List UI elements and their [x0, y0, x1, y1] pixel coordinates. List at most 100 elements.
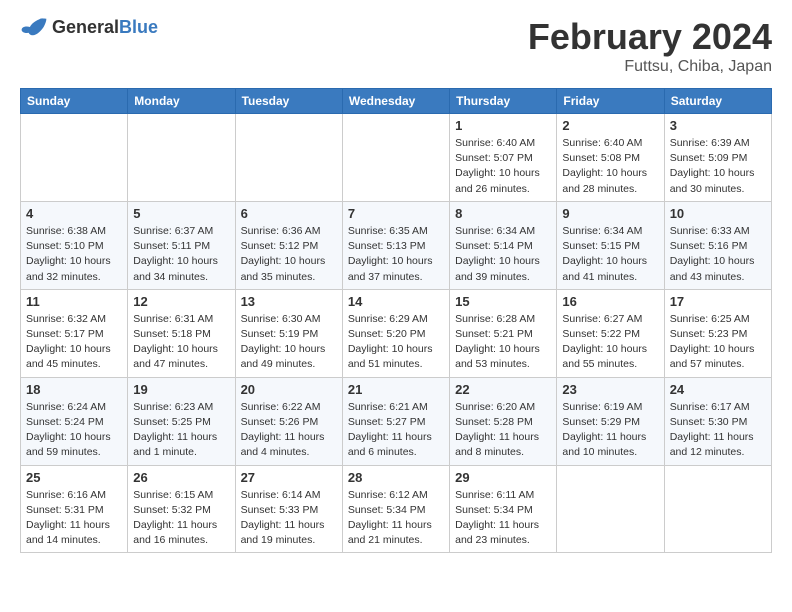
day-cell	[342, 114, 449, 202]
day-cell: 17Sunrise: 6:25 AM Sunset: 5:23 PM Dayli…	[664, 289, 771, 377]
header-day-tuesday: Tuesday	[235, 89, 342, 114]
calendar-subtitle: Futtsu, Chiba, Japan	[528, 58, 772, 76]
calendar-title: February 2024	[528, 16, 772, 58]
day-info: Sunrise: 6:28 AM Sunset: 5:21 PM Dayligh…	[455, 312, 551, 373]
day-cell: 23 Sunrise: 6:19 AM Sunset: 5:29 PM Dayli…	[557, 377, 664, 465]
day-cell: 20 Sunrise: 6:22 AM Sunset: 5:26 PM Dayli…	[235, 377, 342, 465]
day-cell: 2Sunrise: 6:40 AM Sunset: 5:08 PM Daylig…	[557, 114, 664, 202]
day-info: Sunrise: 6:30 AM Sunset: 5:19 PM Dayligh…	[241, 312, 337, 373]
day-info: Sunrise: 6:22 AM Sunset: 5:26 PM Dayligh…	[241, 400, 337, 461]
day-cell	[557, 465, 664, 553]
day-info: Sunrise: 6:35 AM Sunset: 5:13 PM Dayligh…	[348, 224, 444, 285]
day-cell	[664, 465, 771, 553]
week-row-4: 25 Sunrise: 6:16 AM Sunset: 5:31 PM Dayli…	[21, 465, 772, 553]
header-day-thursday: Thursday	[450, 89, 557, 114]
day-number: 19	[133, 382, 229, 397]
day-cell: 27 Sunrise: 6:14 AM Sunset: 5:33 PM Dayli…	[235, 465, 342, 553]
day-info: Sunrise: 6:17 AM Sunset: 5:30 PM Dayligh…	[670, 400, 766, 461]
day-cell: 13 Sunrise: 6:30 AM Sunset: 5:19 PM Dayli…	[235, 289, 342, 377]
day-info: Sunrise: 6:38 AM Sunset: 5:10 PM Dayligh…	[26, 224, 122, 285]
day-number: 15	[455, 294, 551, 309]
day-info: Sunrise: 6:34 AM Sunset: 5:14 PM Dayligh…	[455, 224, 551, 285]
day-cell: 6 Sunrise: 6:36 AM Sunset: 5:12 PM Daylig…	[235, 201, 342, 289]
logo-text: GeneralBlue	[52, 17, 158, 38]
day-number: 9	[562, 206, 658, 221]
day-cell: 25 Sunrise: 6:16 AM Sunset: 5:31 PM Dayli…	[21, 465, 128, 553]
day-cell: 9 Sunrise: 6:34 AM Sunset: 5:15 PM Daylig…	[557, 201, 664, 289]
day-number: 1	[455, 118, 551, 133]
day-info: Sunrise: 6:19 AM Sunset: 5:29 PM Dayligh…	[562, 400, 658, 461]
day-info: Sunrise: 6:14 AM Sunset: 5:33 PM Dayligh…	[241, 488, 337, 549]
day-cell: 18 Sunrise: 6:24 AM Sunset: 5:24 PM Dayli…	[21, 377, 128, 465]
day-cell: 14 Sunrise: 6:29 AM Sunset: 5:20 PM Dayli…	[342, 289, 449, 377]
day-number: 29	[455, 470, 551, 485]
calendar-header: SundayMondayTuesdayWednesdayThursdayFrid…	[21, 89, 772, 114]
day-info: Sunrise: 6:32 AM Sunset: 5:17 PM Dayligh…	[26, 312, 122, 373]
day-number: 25	[26, 470, 122, 485]
day-info: Sunrise: 6:36 AM Sunset: 5:12 PM Dayligh…	[241, 224, 337, 285]
header-day-monday: Monday	[128, 89, 235, 114]
day-info: Sunrise: 6:20 AM Sunset: 5:28 PM Dayligh…	[455, 400, 551, 461]
day-info: Sunrise: 6:29 AM Sunset: 5:20 PM Dayligh…	[348, 312, 444, 373]
day-cell: 1Sunrise: 6:40 AM Sunset: 5:07 PM Daylig…	[450, 114, 557, 202]
header-day-friday: Friday	[557, 89, 664, 114]
day-number: 28	[348, 470, 444, 485]
day-info: Sunrise: 6:24 AM Sunset: 5:24 PM Dayligh…	[26, 400, 122, 461]
day-info: Sunrise: 6:27 AM Sunset: 5:22 PM Dayligh…	[562, 312, 658, 373]
day-number: 6	[241, 206, 337, 221]
day-number: 26	[133, 470, 229, 485]
header-row: SundayMondayTuesdayWednesdayThursdayFrid…	[21, 89, 772, 114]
day-cell	[128, 114, 235, 202]
logo-general: General	[52, 17, 119, 37]
logo-blue: Blue	[119, 17, 158, 37]
day-info: Sunrise: 6:16 AM Sunset: 5:31 PM Dayligh…	[26, 488, 122, 549]
header: GeneralBlue February 2024 Futtsu, Chiba,…	[20, 16, 772, 76]
day-cell: 12 Sunrise: 6:31 AM Sunset: 5:18 PM Dayli…	[128, 289, 235, 377]
day-number: 27	[241, 470, 337, 485]
day-cell: 3 Sunrise: 6:39 AM Sunset: 5:09 PM Daylig…	[664, 114, 771, 202]
week-row-0: 1Sunrise: 6:40 AM Sunset: 5:07 PM Daylig…	[21, 114, 772, 202]
day-cell	[235, 114, 342, 202]
day-number: 4	[26, 206, 122, 221]
day-info: Sunrise: 6:31 AM Sunset: 5:18 PM Dayligh…	[133, 312, 229, 373]
day-cell: 8 Sunrise: 6:34 AM Sunset: 5:14 PM Daylig…	[450, 201, 557, 289]
day-number: 16	[562, 294, 658, 309]
day-cell: 11 Sunrise: 6:32 AM Sunset: 5:17 PM Dayli…	[21, 289, 128, 377]
day-cell: 26 Sunrise: 6:15 AM Sunset: 5:32 PM Dayli…	[128, 465, 235, 553]
day-number: 2	[562, 118, 658, 133]
header-day-wednesday: Wednesday	[342, 89, 449, 114]
day-number: 14	[348, 294, 444, 309]
day-cell: 16 Sunrise: 6:27 AM Sunset: 5:22 PM Dayli…	[557, 289, 664, 377]
day-info: Sunrise: 6:11 AM Sunset: 5:34 PM Dayligh…	[455, 488, 551, 549]
day-number: 11	[26, 294, 122, 309]
day-info: Sunrise: 6:34 AM Sunset: 5:15 PM Dayligh…	[562, 224, 658, 285]
day-info: Sunrise: 6:23 AM Sunset: 5:25 PM Dayligh…	[133, 400, 229, 461]
day-cell: 15 Sunrise: 6:28 AM Sunset: 5:21 PM Dayli…	[450, 289, 557, 377]
day-number: 12	[133, 294, 229, 309]
day-cell: 10 Sunrise: 6:33 AM Sunset: 5:16 PM Dayli…	[664, 201, 771, 289]
day-cell: 29 Sunrise: 6:11 AM Sunset: 5:34 PM Dayli…	[450, 465, 557, 553]
day-cell: 19 Sunrise: 6:23 AM Sunset: 5:25 PM Dayli…	[128, 377, 235, 465]
day-cell: 21Sunrise: 6:21 AM Sunset: 5:27 PM Dayli…	[342, 377, 449, 465]
title-block: February 2024 Futtsu, Chiba, Japan	[528, 16, 772, 76]
day-info: Sunrise: 6:33 AM Sunset: 5:16 PM Dayligh…	[670, 224, 766, 285]
day-cell: 22Sunrise: 6:20 AM Sunset: 5:28 PM Dayli…	[450, 377, 557, 465]
week-row-3: 18 Sunrise: 6:24 AM Sunset: 5:24 PM Dayli…	[21, 377, 772, 465]
day-number: 23	[562, 382, 658, 397]
day-cell: 4 Sunrise: 6:38 AM Sunset: 5:10 PM Daylig…	[21, 201, 128, 289]
calendar-table: SundayMondayTuesdayWednesdayThursdayFrid…	[20, 88, 772, 553]
day-info: Sunrise: 6:21 AM Sunset: 5:27 PM Dayligh…	[348, 400, 444, 461]
day-number: 17	[670, 294, 766, 309]
day-info: Sunrise: 6:15 AM Sunset: 5:32 PM Dayligh…	[133, 488, 229, 549]
day-number: 8	[455, 206, 551, 221]
day-info: Sunrise: 6:39 AM Sunset: 5:09 PM Dayligh…	[670, 136, 766, 197]
day-info: Sunrise: 6:37 AM Sunset: 5:11 PM Dayligh…	[133, 224, 229, 285]
day-number: 13	[241, 294, 337, 309]
day-number: 10	[670, 206, 766, 221]
day-number: 3	[670, 118, 766, 133]
day-cell: 24Sunrise: 6:17 AM Sunset: 5:30 PM Dayli…	[664, 377, 771, 465]
day-number: 18	[26, 382, 122, 397]
day-cell: 28Sunrise: 6:12 AM Sunset: 5:34 PM Dayli…	[342, 465, 449, 553]
day-cell: 5Sunrise: 6:37 AM Sunset: 5:11 PM Daylig…	[128, 201, 235, 289]
day-number: 20	[241, 382, 337, 397]
